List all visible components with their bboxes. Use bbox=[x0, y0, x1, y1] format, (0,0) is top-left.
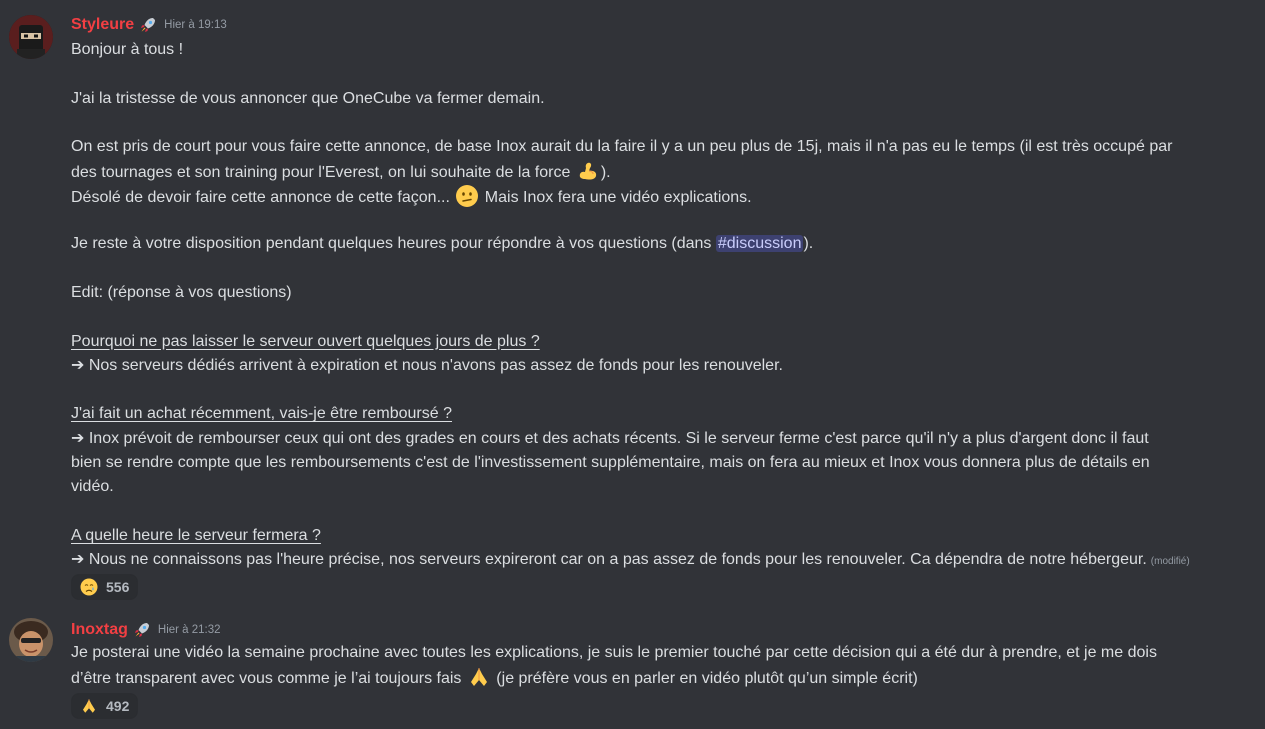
message-text: (je préfère vous en parler en vidéo plut… bbox=[491, 670, 918, 688]
flexed-biceps-emoji[interactable] bbox=[576, 159, 600, 183]
username[interactable]: Inoxtag bbox=[71, 621, 128, 639]
rocket-icon[interactable] bbox=[132, 620, 152, 640]
message-line: J'ai la tristesse de vous annoncer que O… bbox=[71, 89, 545, 107]
faq-answer: vidéo. bbox=[71, 478, 114, 496]
edited-label: (modifié) bbox=[1150, 556, 1190, 568]
avatar[interactable] bbox=[9, 618, 53, 662]
message-text: ➔ Nous ne connaissons pas l'heure précis… bbox=[71, 551, 1147, 569]
confused-face-emoji[interactable] bbox=[455, 184, 479, 208]
message-line: Je reste à votre disposition pendant que… bbox=[71, 232, 1241, 256]
faq-answer: ➔ Inox prévoit de rembourser ceux qui on… bbox=[71, 429, 1149, 447]
message-line: d’être transparent avec vous comme je l’… bbox=[71, 665, 1241, 689]
message-line: Désolé de devoir faire cette annonce de … bbox=[71, 184, 1241, 208]
folded-hands-emoji bbox=[80, 697, 98, 715]
rocket-icon[interactable] bbox=[138, 15, 158, 35]
message-text: d’être transparent avec vous comme je l’… bbox=[71, 670, 466, 688]
message-line: Edit: (réponse à vos questions) bbox=[71, 283, 292, 301]
timestamp: Hier à 21:32 bbox=[157, 624, 221, 636]
faq-answer: ➔ Nos serveurs dédiés arrivent à expirat… bbox=[71, 356, 783, 374]
faq-answer: bien se rendre compte que les remboursem… bbox=[71, 454, 1150, 472]
faq-question: J'ai fait un achat récemment, vais-je êt… bbox=[71, 405, 452, 423]
reaction-button[interactable]: 556 bbox=[71, 574, 139, 600]
message-text: des tournages et son training pour l'Eve… bbox=[71, 164, 575, 182]
reaction-count: 492 bbox=[106, 698, 130, 714]
message-text: Je reste à votre disposition pendant que… bbox=[71, 235, 716, 253]
folded-hands-emoji[interactable] bbox=[467, 665, 491, 689]
message-line: des tournages et son training pour l'Eve… bbox=[71, 159, 1241, 183]
message-line: On est pris de court pour vous faire cet… bbox=[71, 138, 1173, 156]
message-text: ). bbox=[600, 164, 611, 182]
avatar[interactable] bbox=[9, 15, 53, 59]
message-text: Mais Inox fera une vidéo explications. bbox=[480, 188, 752, 206]
faq-answer: ➔ Nous ne connaissons pas l'heure précis… bbox=[71, 548, 1241, 572]
faq-question: A quelle heure le serveur fermera ? bbox=[71, 526, 321, 544]
timestamp: Hier à 19:13 bbox=[164, 19, 227, 31]
reaction-button[interactable]: 492 bbox=[71, 693, 139, 719]
reaction-count: 556 bbox=[106, 579, 130, 595]
message-content: Je posterai une vidéo la semaine prochai… bbox=[71, 641, 1241, 690]
message-text: Désolé de devoir faire cette annonce de … bbox=[71, 188, 455, 206]
message-text: ). bbox=[803, 235, 814, 253]
faq-question: Pourquoi ne pas laisser le serveur ouver… bbox=[71, 332, 540, 350]
message-line: Je posterai une vidéo la semaine prochai… bbox=[71, 644, 1157, 661]
message-line: Bonjour à tous ! bbox=[71, 41, 184, 58]
username[interactable]: Styleure bbox=[71, 16, 134, 34]
crying-face-emoji bbox=[80, 578, 98, 596]
message-content: Bonjour à tous ! J'ai la tristesse de vo… bbox=[71, 38, 1241, 573]
channel-mention-discussion[interactable]: #discussion bbox=[715, 235, 804, 253]
